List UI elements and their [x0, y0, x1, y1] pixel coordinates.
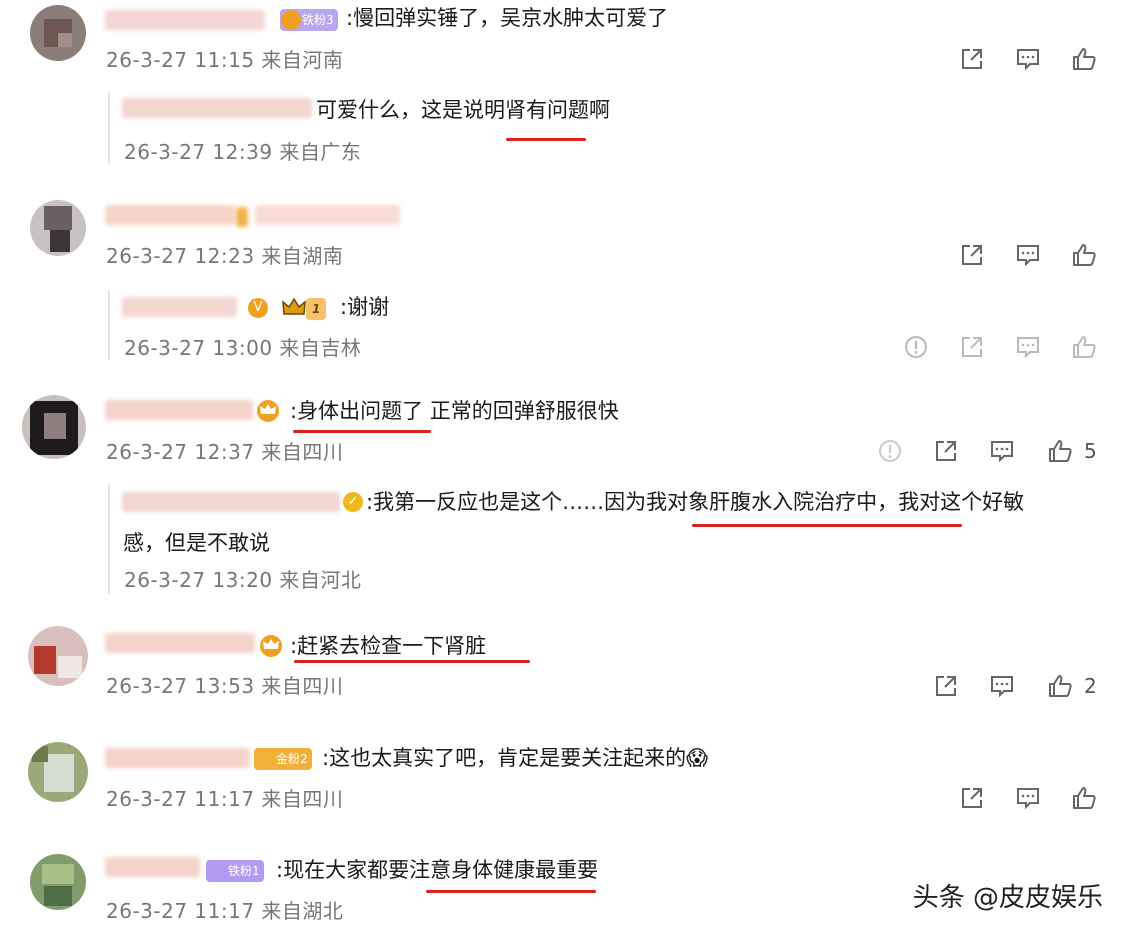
report-icon[interactable]: [876, 437, 904, 465]
avatar[interactable]: [30, 854, 86, 910]
underline: [293, 430, 431, 433]
avatar[interactable]: [28, 742, 88, 802]
share-icon[interactable]: [958, 333, 986, 361]
like-icon[interactable]: [1070, 241, 1098, 269]
reply-divider: [108, 92, 110, 164]
like-icon[interactable]: [1070, 45, 1098, 73]
avatar[interactable]: [22, 395, 86, 459]
avatar[interactable]: [28, 626, 88, 686]
share-icon[interactable]: [932, 672, 960, 700]
username-extra: [236, 207, 248, 227]
avatar[interactable]: [30, 5, 86, 61]
username[interactable]: [105, 857, 200, 877]
comment-text: :慢回弹实锤了，吴京水肿太可爱了: [346, 6, 669, 30]
comment-text: :现在大家都要注意身体健康最重要: [276, 858, 599, 882]
reply-username[interactable]: [122, 492, 340, 512]
reply-text-line2: 感，但是不敢说: [123, 531, 270, 555]
comment-meta: 26-3-27 11:17 来自湖北: [106, 899, 344, 923]
reply-text: 可爱什么，这是说明肾有问题啊: [316, 98, 610, 122]
fan-badge: 金粉2: [254, 748, 312, 770]
level-badge: 1: [306, 298, 327, 320]
watermark: 头条 @皮皮娱乐: [912, 883, 1103, 913]
share-icon[interactable]: [958, 784, 986, 812]
report-icon[interactable]: [902, 333, 930, 361]
like-icon[interactable]: [1070, 333, 1098, 361]
comment-meta: 26-3-27 11:15 来自河南: [106, 48, 344, 72]
verified-badge: ✓: [343, 492, 363, 512]
verified-badge: V: [248, 298, 268, 318]
reply-text: :我第一反应也是这个……因为我对象肝腹水入院治疗中，我对这个好敏: [366, 490, 1025, 514]
share-icon[interactable]: [932, 437, 960, 465]
crown-icon: [258, 633, 284, 657]
like-count: 2: [1084, 674, 1097, 698]
comment-icon[interactable]: [1014, 45, 1042, 73]
comment-icon[interactable]: [988, 437, 1016, 465]
username[interactable]: [105, 748, 250, 768]
like-icon[interactable]: [1046, 437, 1074, 465]
reply-username[interactable]: [122, 297, 237, 317]
underline: [692, 524, 962, 527]
username[interactable]: [105, 633, 255, 653]
like-icon[interactable]: [1070, 784, 1098, 812]
reply-meta: 26-3-27 13:20 来自河北: [124, 568, 362, 592]
comment-meta: 26-3-27 13:53 来自四川: [106, 674, 344, 698]
comment-text: :这也太真实了吧，肯定是要关注起来的😱: [322, 746, 708, 770]
reply-meta: 26-3-27 12:39 来自广东: [124, 140, 362, 164]
username[interactable]: [105, 10, 265, 30]
comment-icon[interactable]: [1014, 241, 1042, 269]
fan-badge: 铁粉3: [280, 9, 338, 31]
username[interactable]: [105, 205, 235, 225]
share-icon[interactable]: [958, 45, 986, 73]
reply-divider: [108, 484, 110, 594]
underline: [506, 138, 586, 141]
comment-meta: 26-3-27 12:23 来自湖南: [106, 244, 344, 268]
fan-badge: 铁粉1: [206, 860, 264, 882]
username-tail: [255, 205, 400, 225]
comment-icon[interactable]: [1014, 333, 1042, 361]
share-icon[interactable]: [958, 241, 986, 269]
underline: [294, 660, 530, 663]
comment-meta: 26-3-27 11:17 来自四川: [106, 787, 344, 811]
reply-meta: 26-3-27 13:00 来自吉林: [124, 336, 362, 360]
underline: [426, 890, 596, 893]
comment-text: :身体出问题了 正常的回弹舒服很快: [290, 399, 619, 423]
like-icon[interactable]: [1046, 672, 1074, 700]
crown-icon: [281, 296, 307, 320]
like-count: 5: [1084, 439, 1097, 463]
username[interactable]: [105, 400, 253, 420]
comment-meta: 26-3-27 12:37 来自四川: [106, 440, 344, 464]
crown-icon: [255, 398, 281, 422]
comment-icon[interactable]: [988, 672, 1016, 700]
reply-username[interactable]: [122, 98, 312, 118]
comment-text: :赶紧去检查一下肾脏: [290, 634, 487, 658]
comment-icon[interactable]: [1014, 784, 1042, 812]
reply-text: :谢谢: [340, 295, 390, 319]
avatar[interactable]: [30, 200, 86, 256]
reply-divider: [108, 290, 110, 360]
